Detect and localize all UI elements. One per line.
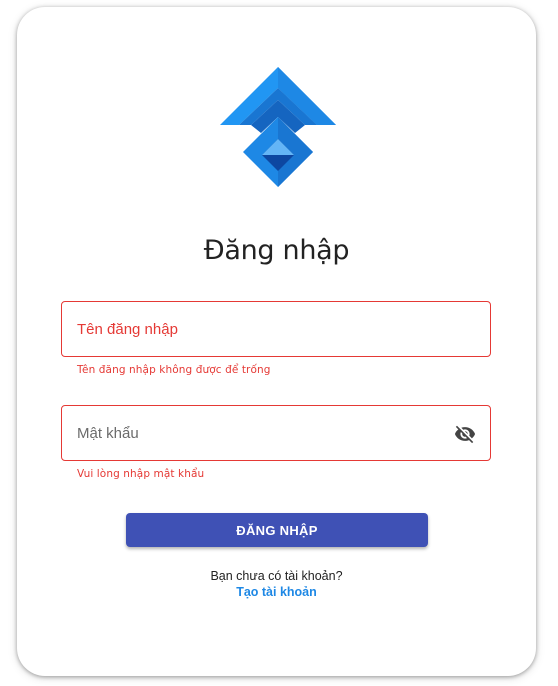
eye-off-icon[interactable] xyxy=(454,423,476,445)
signup-prompt: Bạn chưa có tài khoản? xyxy=(210,569,343,583)
page-title: Đăng nhập xyxy=(203,235,350,266)
username-field[interactable] xyxy=(61,301,491,357)
password-field[interactable] xyxy=(61,405,491,461)
username-error: Tên đăng nhập không được để trống xyxy=(77,364,271,376)
create-account-link[interactable]: Tạo tài khoản xyxy=(17,585,536,599)
password-input[interactable] xyxy=(62,406,490,460)
password-error: Vui lòng nhập mật khẩu xyxy=(77,468,205,480)
login-button[interactable]: ĐĂNG NHẬP xyxy=(126,513,428,547)
login-card: Đăng nhập Tên đăng nhập không được để tr… xyxy=(17,7,536,676)
app-logo-icon xyxy=(220,67,336,187)
username-input[interactable] xyxy=(62,302,490,356)
